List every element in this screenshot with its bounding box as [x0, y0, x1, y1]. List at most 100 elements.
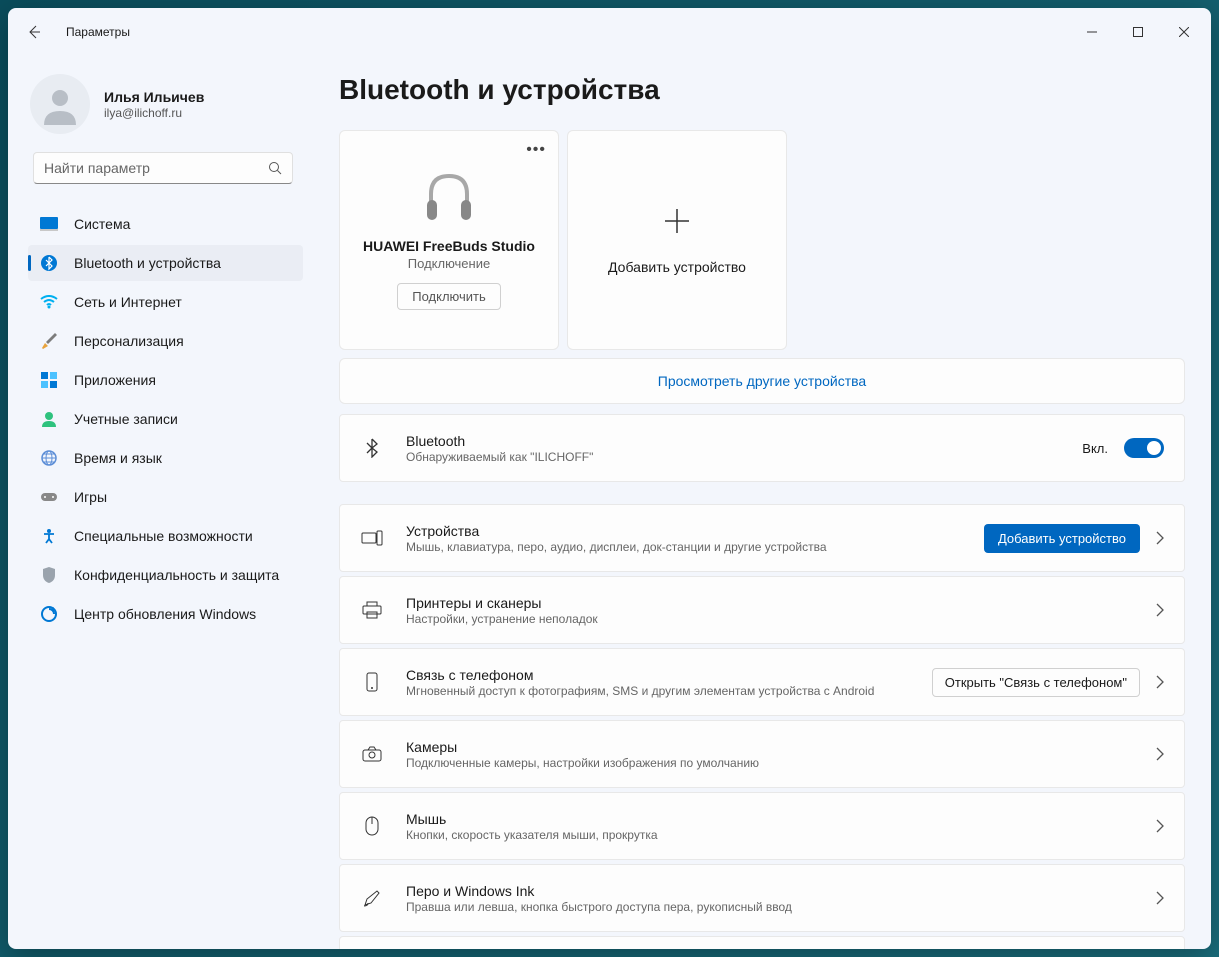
more-devices-link[interactable]: Просмотреть другие устройства — [339, 358, 1185, 404]
row-actions: Добавить устройство — [984, 524, 1164, 553]
phone-link-row[interactable]: Связь с телефоном Мгновенный доступ к фо… — [339, 648, 1185, 716]
row-actions — [1156, 603, 1164, 617]
search-icon — [268, 161, 282, 175]
update-icon — [40, 605, 58, 623]
nav-system[interactable]: Система — [28, 206, 303, 242]
mouse-row[interactable]: Мышь Кнопки, скорость указателя мыши, пр… — [339, 792, 1185, 860]
row-subtitle: Подключенные камеры, настройки изображен… — [406, 756, 1134, 770]
bluetooth-icon — [40, 254, 58, 272]
back-arrow-icon — [26, 24, 42, 40]
accounts-icon — [40, 410, 58, 428]
add-device-card[interactable]: Добавить устройство — [567, 130, 787, 350]
row-subtitle: Кнопки, скорость указателя мыши, прокрут… — [406, 828, 1134, 842]
devices-row[interactable]: Устройства Мышь, клавиатура, перо, аудио… — [339, 504, 1185, 572]
pen-row[interactable]: Перо и Windows Ink Правша или левша, кно… — [339, 864, 1185, 932]
device-more-button[interactable]: ••• — [526, 141, 546, 159]
nav-network[interactable]: Сеть и Интернет — [28, 284, 303, 320]
nav-label: Персонализация — [74, 333, 184, 349]
row-title: Устройства — [406, 523, 962, 539]
shield-icon — [40, 566, 58, 584]
wifi-icon — [40, 293, 58, 311]
device-card[interactable]: ••• HUAWEI FreeBuds Studio Подключение П… — [339, 130, 559, 350]
bluetooth-toggle[interactable] — [1124, 438, 1164, 458]
add-device-label: Добавить устройство — [608, 259, 746, 275]
cameras-row[interactable]: Камеры Подключенные камеры, настройки из… — [339, 720, 1185, 788]
close-icon — [1179, 27, 1189, 37]
nav: Система Bluetooth и устройства Сеть и Ин… — [8, 206, 309, 632]
devices-icon — [360, 530, 384, 546]
maximize-button[interactable] — [1115, 16, 1161, 48]
nav-label: Сеть и Интернет — [74, 294, 182, 310]
row-title: Камеры — [406, 739, 1134, 755]
nav-accessibility[interactable]: Специальные возможности — [28, 518, 303, 554]
maximize-icon — [1133, 27, 1143, 37]
nav-label: Учетные записи — [74, 411, 178, 427]
avatar-icon — [39, 83, 81, 125]
minimize-button[interactable] — [1069, 16, 1115, 48]
nav-label: Игры — [74, 489, 107, 505]
row-subtitle: Обнаруживаемый как "ILICHOFF" — [406, 450, 1060, 464]
row-text: Мышь Кнопки, скорость указателя мыши, пр… — [406, 811, 1134, 842]
add-device-button[interactable]: Добавить устройство — [984, 524, 1140, 553]
nav-bluetooth[interactable]: Bluetooth и устройства — [28, 245, 303, 281]
close-button[interactable] — [1161, 16, 1207, 48]
toggle-state-label: Вкл. — [1082, 441, 1108, 456]
search-box[interactable] — [33, 152, 293, 184]
row-subtitle: Мгновенный доступ к фотографиям, SMS и д… — [406, 684, 910, 698]
nav-accounts[interactable]: Учетные записи — [28, 401, 303, 437]
device-status: Подключение — [408, 256, 490, 271]
titlebar: Параметры — [8, 8, 1211, 56]
nav-apps[interactable]: Приложения — [28, 362, 303, 398]
nav-label: Специальные возможности — [74, 528, 253, 544]
headphones-icon — [421, 170, 477, 222]
titlebar-left: Параметры — [20, 18, 130, 46]
row-text: Устройства Мышь, клавиатура, перо, аудио… — [406, 523, 962, 554]
nav-label: Система — [74, 216, 130, 232]
nav-gaming[interactable]: Игры — [28, 479, 303, 515]
row-actions — [1156, 891, 1164, 905]
search-input[interactable] — [44, 160, 268, 176]
app-title: Параметры — [66, 25, 130, 39]
nav-time-language[interactable]: Время и язык — [28, 440, 303, 476]
autoplay-row[interactable]: Автозапуск — [339, 936, 1185, 949]
bluetooth-toggle-group: Вкл. — [1082, 438, 1164, 458]
content: Илья Ильичев ilya@ilichoff.ru Система Bl… — [8, 56, 1211, 949]
brush-icon — [40, 332, 58, 350]
printers-row[interactable]: Принтеры и сканеры Настройки, устранение… — [339, 576, 1185, 644]
chevron-right-icon — [1156, 747, 1164, 761]
open-phone-link-button[interactable]: Открыть "Связь с телефоном" — [932, 668, 1140, 697]
connect-button[interactable]: Подключить — [397, 283, 501, 310]
chevron-right-icon — [1156, 603, 1164, 617]
row-text: Перо и Windows Ink Правша или левша, кно… — [406, 883, 1134, 914]
window-controls — [1069, 16, 1207, 48]
apps-icon — [40, 371, 58, 389]
plus-icon — [661, 205, 693, 237]
chevron-right-icon — [1156, 891, 1164, 905]
gamepad-icon — [40, 488, 58, 506]
sidebar: Илья Ильичев ilya@ilichoff.ru Система Bl… — [8, 56, 313, 949]
nav-personalization[interactable]: Персонализация — [28, 323, 303, 359]
nav-label: Bluetooth и устройства — [74, 255, 221, 271]
row-title: Мышь — [406, 811, 1134, 827]
minimize-icon — [1087, 27, 1097, 37]
camera-icon — [360, 746, 384, 762]
row-subtitle: Правша или левша, кнопка быстрого доступ… — [406, 900, 1134, 914]
mouse-icon — [360, 816, 384, 836]
page-title: Bluetooth и устройства — [339, 74, 1185, 106]
back-button[interactable] — [20, 18, 48, 46]
nav-privacy[interactable]: Конфиденциальность и защита — [28, 557, 303, 593]
chevron-right-icon — [1156, 531, 1164, 545]
row-actions — [1156, 747, 1164, 761]
nav-label: Время и язык — [74, 450, 162, 466]
row-subtitle: Мышь, клавиатура, перо, аудио, дисплеи, … — [406, 540, 962, 554]
nav-label: Конфиденциальность и защита — [74, 567, 279, 583]
nav-label: Приложения — [74, 372, 156, 388]
search-container — [8, 152, 309, 184]
row-title: Bluetooth — [406, 433, 1060, 449]
profile-block[interactable]: Илья Ильичев ilya@ilichoff.ru — [8, 56, 309, 152]
nav-windows-update[interactable]: Центр обновления Windows — [28, 596, 303, 632]
profile-name: Илья Ильичев — [104, 89, 204, 105]
row-text: Камеры Подключенные камеры, настройки из… — [406, 739, 1134, 770]
main-content[interactable]: Bluetooth и устройства ••• HUAWEI FreeBu… — [313, 56, 1211, 949]
device-name: HUAWEI FreeBuds Studio — [363, 238, 535, 254]
